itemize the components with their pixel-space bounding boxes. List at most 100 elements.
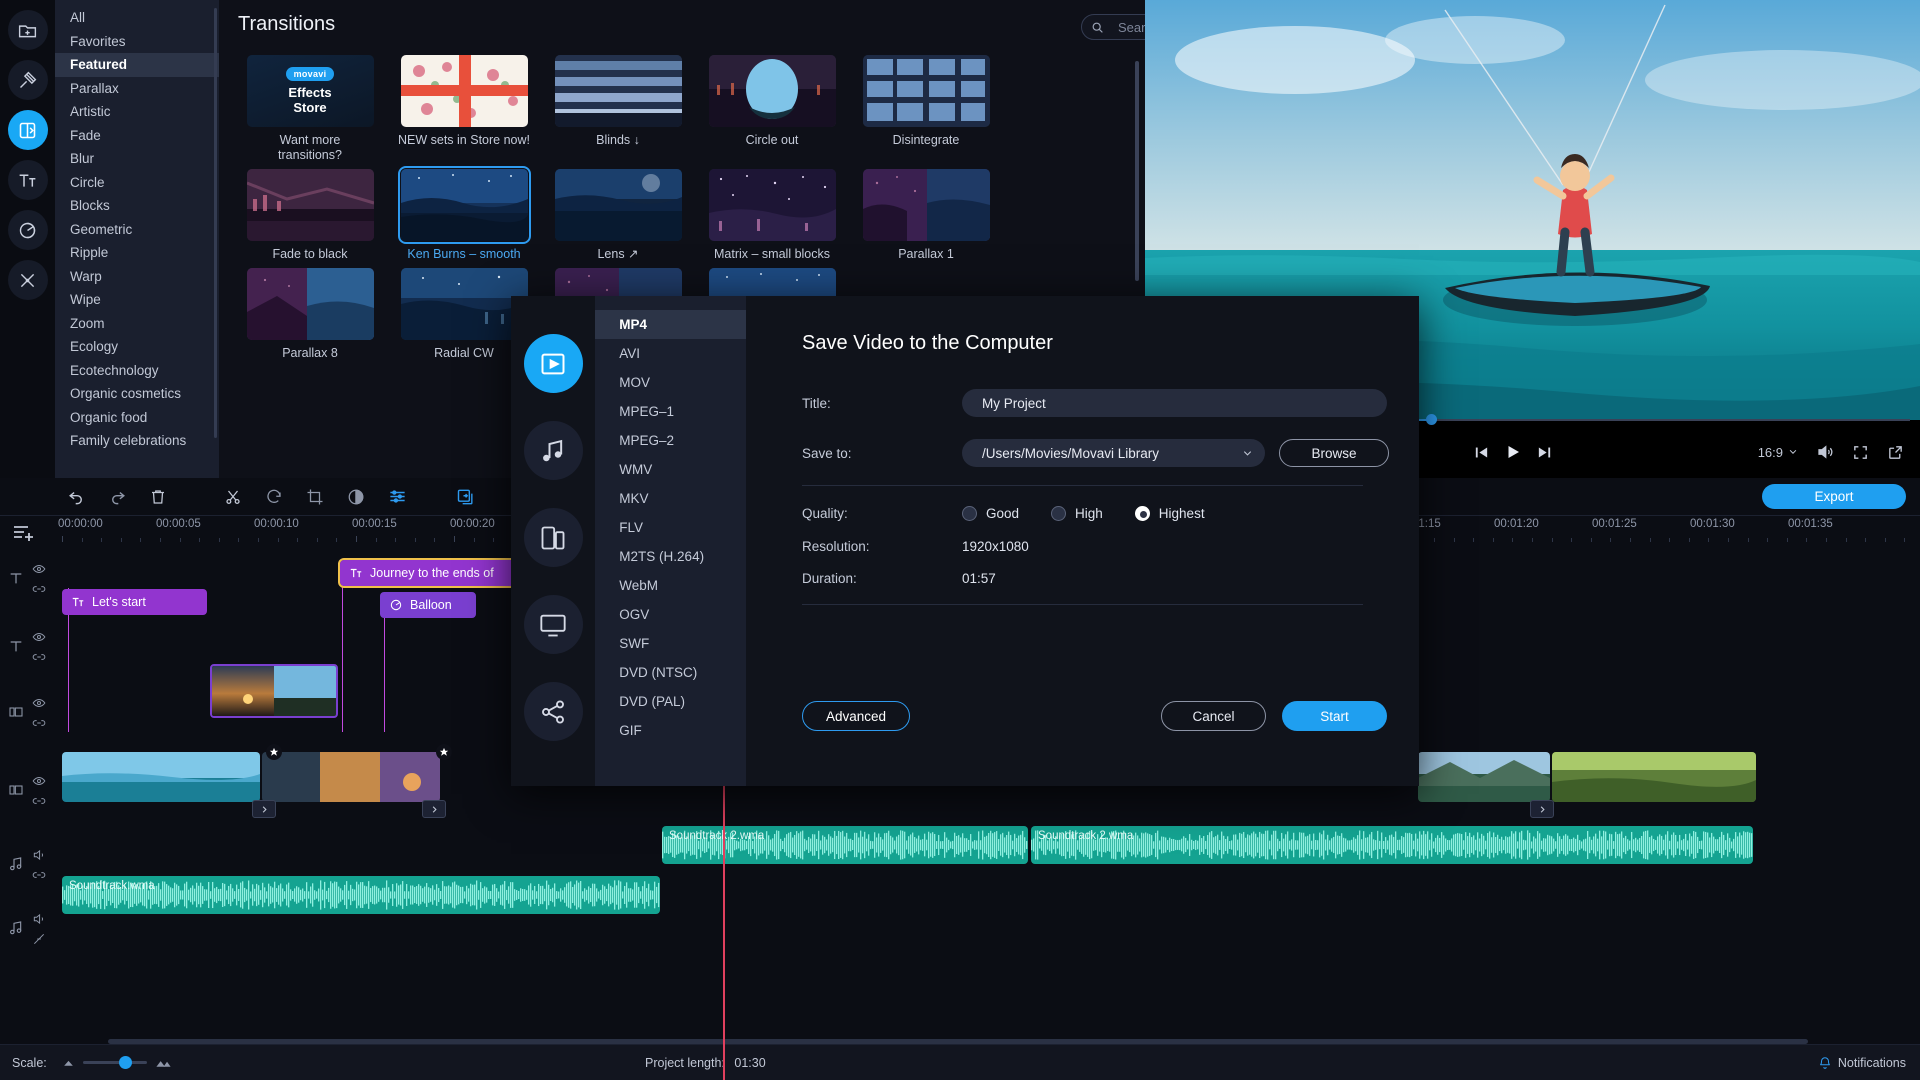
crop-icon[interactable] — [301, 485, 329, 509]
color-adjust-icon[interactable] — [342, 485, 370, 509]
titles-track-visibility-icon[interactable] — [32, 562, 46, 576]
category-scrollbar[interactable] — [214, 8, 217, 438]
timeline-video-clip[interactable] — [1418, 752, 1550, 802]
category-item-geometric[interactable]: Geometric — [55, 218, 219, 242]
scale-slider[interactable] — [62, 1054, 172, 1071]
category-item-favorites[interactable]: Favorites — [55, 30, 219, 54]
import-icon[interactable] — [7, 10, 48, 50]
title-input[interactable] — [962, 389, 1387, 417]
format-item-avi[interactable]: AVI — [595, 339, 746, 368]
quality-radio-high[interactable]: High — [1051, 506, 1103, 521]
format-item-ogv[interactable]: OGV — [595, 600, 746, 629]
format-item-mpeg-1[interactable]: MPEG–1 — [595, 397, 746, 426]
category-item-blur[interactable]: Blur — [55, 147, 219, 171]
category-item-parallax[interactable]: Parallax — [55, 77, 219, 101]
timeline-video-clip[interactable] — [62, 752, 260, 802]
format-item-mp4[interactable]: MP4 — [595, 310, 746, 339]
tools-icon[interactable] — [7, 260, 48, 300]
transition-marker-icon[interactable] — [436, 744, 452, 760]
format-item-mpeg-2[interactable]: MPEG–2 — [595, 426, 746, 455]
transition-item[interactable]: NEW sets in Store now! — [387, 55, 541, 163]
titles-icon[interactable] — [7, 160, 48, 200]
format-item-webm[interactable]: WebM — [595, 571, 746, 600]
format-item-dvd-ntsc[interactable]: DVD (NTSC) — [595, 658, 746, 687]
transition-item[interactable]: Fade to black — [233, 169, 387, 262]
delete-icon[interactable] — [144, 485, 172, 509]
overlay-track-link-icon[interactable] — [32, 716, 46, 730]
save-for-tv-icon[interactable] — [523, 595, 583, 654]
category-item-circle[interactable]: Circle — [55, 171, 219, 195]
redo-icon[interactable] — [103, 485, 131, 509]
share-online-icon[interactable] — [523, 682, 583, 741]
format-item-flv[interactable]: FLV — [595, 513, 746, 542]
transition-thumbnail[interactable] — [862, 55, 990, 127]
format-item-m2ts-h-264[interactable]: M2TS (H.264) — [595, 542, 746, 571]
transition-chip-icon[interactable] — [252, 800, 276, 818]
format-item-gif[interactable]: GIF — [595, 716, 746, 745]
cut-icon[interactable] — [219, 485, 247, 509]
category-item-artistic[interactable]: Artistic — [55, 100, 219, 124]
transition-item[interactable]: Blinds ↓ — [541, 55, 695, 163]
advanced-button[interactable]: Advanced — [802, 701, 910, 731]
format-item-swf[interactable]: SWF — [595, 629, 746, 658]
notifications-button[interactable]: Notifications — [1818, 1056, 1906, 1070]
transition-thumbnail[interactable] — [246, 268, 374, 340]
format-list[interactable]: MP4 AVI MOV MPEG–1 MPEG–2 WMV MKV FLV M2TS (H.26… — [595, 296, 746, 786]
timeline-audio-clip[interactable]: Soundtrack 2.wma — [662, 826, 1028, 864]
format-item-mkv[interactable]: MKV — [595, 484, 746, 513]
category-item-wipe[interactable]: Wipe — [55, 288, 219, 312]
transition-thumbnail[interactable] — [400, 55, 528, 127]
aspect-ratio-selector[interactable]: 16:9 — [1758, 445, 1798, 460]
category-item-all[interactable]: All — [55, 6, 219, 30]
seek-handle[interactable] — [1426, 414, 1437, 425]
transition-item[interactable]: movavi Effects Store Want more transitions? — [233, 55, 387, 163]
transition-wizard-icon[interactable] — [452, 485, 480, 509]
transition-thumbnail[interactable] — [400, 268, 528, 340]
transition-marker-icon[interactable] — [266, 744, 282, 760]
timeline-audio-clip[interactable]: Soundtrack 2.wma — [1031, 826, 1753, 864]
grid-scrollbar[interactable] — [1135, 61, 1139, 281]
transition-item[interactable]: Ken Burns – smooth — [387, 166, 541, 262]
scale-slider-handle[interactable] — [119, 1056, 132, 1069]
transition-item[interactable]: Matrix – small blocks — [695, 169, 849, 262]
save-audio-icon[interactable] — [523, 421, 583, 480]
transition-item[interactable]: Parallax 1 — [849, 169, 1003, 262]
fullscreen-icon[interactable] — [1852, 444, 1869, 461]
next-frame-icon[interactable] — [1536, 444, 1553, 461]
transition-thumbnail[interactable] — [554, 169, 682, 241]
audio-track2-link-icon[interactable] — [32, 932, 46, 946]
transition-thumbnail[interactable] — [708, 169, 836, 241]
titles-track2-link-icon[interactable] — [32, 650, 46, 664]
timeline-audio-clip[interactable]: Soundtrack.wma — [62, 876, 660, 914]
transition-item[interactable]: Disintegrate — [849, 55, 1003, 163]
format-item-dvd-pal[interactable]: DVD (PAL) — [595, 687, 746, 716]
timeline-title-clip[interactable]: Let's start — [62, 589, 207, 615]
category-item-organic-food[interactable]: Organic food — [55, 406, 219, 430]
export-button[interactable]: Export — [1762, 484, 1906, 509]
timeline-overlay-clip[interactable] — [210, 664, 338, 718]
format-item-mov[interactable]: MOV — [595, 368, 746, 397]
play-icon[interactable] — [1504, 443, 1522, 461]
transition-item[interactable]: Circle out — [695, 55, 849, 163]
transition-thumbnail[interactable] — [397, 166, 531, 244]
transition-thumbnail[interactable] — [708, 55, 836, 127]
timeline-sticker-clip[interactable]: Balloon — [380, 592, 476, 618]
overlay-track-visibility-icon[interactable] — [32, 696, 46, 710]
undo-icon[interactable] — [62, 485, 90, 509]
add-track-icon[interactable] — [12, 521, 36, 541]
category-item-ecotechnology[interactable]: Ecotechnology — [55, 359, 219, 383]
transition-item[interactable]: Parallax 8 — [233, 268, 387, 361]
transition-thumbnail[interactable]: movavi Effects Store — [246, 55, 374, 127]
category-item-warp[interactable]: Warp — [55, 265, 219, 289]
volume-icon[interactable] — [1816, 443, 1834, 461]
category-item-organic-cosmetics[interactable]: Organic cosmetics — [55, 382, 219, 406]
category-item-featured[interactable]: Featured — [55, 53, 219, 77]
audio-track1-link-icon[interactable] — [32, 868, 46, 882]
video-track-visibility-icon[interactable] — [32, 774, 46, 788]
category-item-ecology[interactable]: Ecology — [55, 335, 219, 359]
category-list[interactable]: All Favorites Featured Parallax Artistic Fade… — [55, 0, 219, 478]
quality-options[interactable]: Good High Highest — [962, 506, 1237, 521]
timeline-video-clip[interactable] — [1552, 752, 1756, 802]
category-item-family-celebrations[interactable]: Family celebrations — [55, 429, 219, 453]
quality-radio-highest[interactable]: Highest — [1134, 506, 1205, 521]
